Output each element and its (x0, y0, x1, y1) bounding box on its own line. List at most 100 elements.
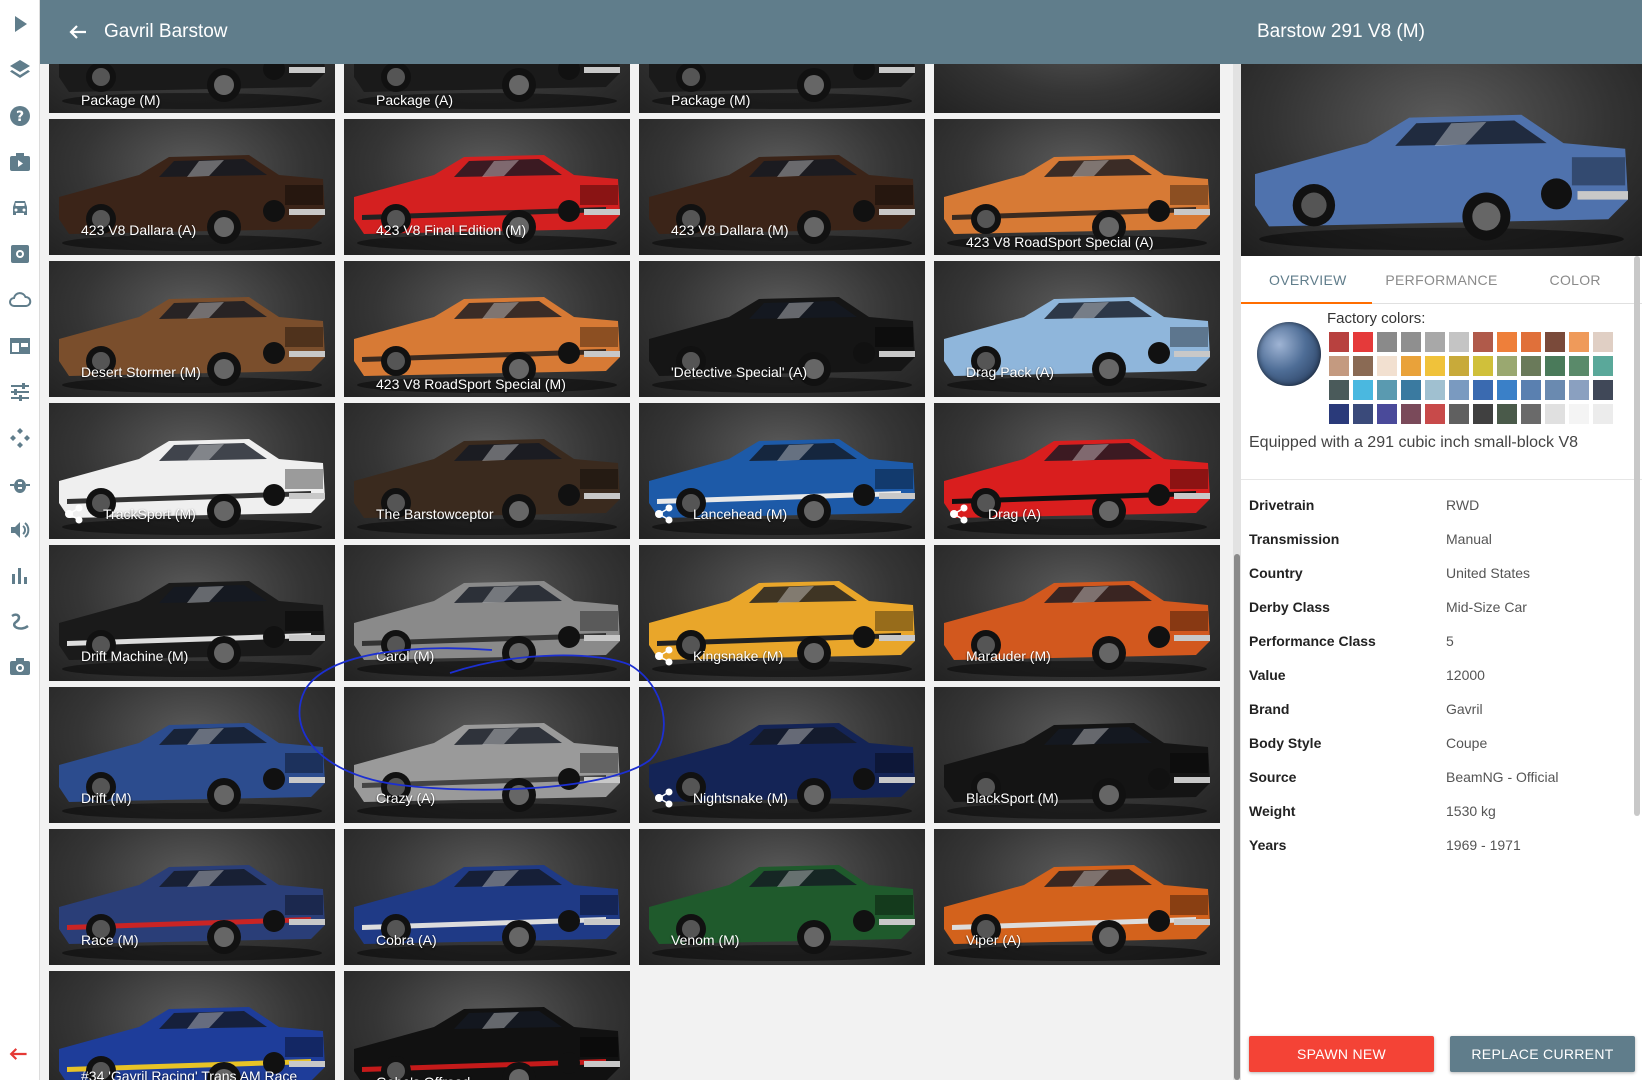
spawn-new-button[interactable]: SPAWN NEW (1249, 1036, 1434, 1072)
config-tile[interactable]: Lancehead (M) (639, 403, 925, 539)
config-tile[interactable]: Crazy (A) (344, 687, 630, 823)
color-swatch[interactable] (1401, 356, 1421, 376)
color-swatch[interactable] (1377, 356, 1397, 376)
help-icon[interactable]: ? (6, 102, 34, 130)
config-tile[interactable]: 423 V8 RoadSport Special (M) (344, 261, 630, 397)
color-swatch[interactable] (1353, 356, 1373, 376)
config-tile[interactable]: Gabe's Offroad (344, 971, 630, 1080)
color-swatch[interactable] (1473, 356, 1493, 376)
camera-icon[interactable] (6, 652, 34, 680)
color-swatch[interactable] (1353, 332, 1373, 352)
color-swatch[interactable] (1329, 404, 1349, 424)
grid-scrollbar-thumb[interactable] (1234, 554, 1240, 1080)
color-swatch[interactable] (1569, 332, 1589, 352)
config-tile[interactable]: Nightsnake (M) (639, 687, 925, 823)
tab-performance[interactable]: PERFORMANCE (1375, 256, 1509, 303)
controls-gamepad-icon[interactable] (6, 424, 34, 452)
color-swatch[interactable] (1569, 404, 1589, 424)
config-tile[interactable]: Drift Machine (M) (49, 545, 335, 681)
color-swatch[interactable] (1545, 356, 1565, 376)
color-swatch[interactable] (1425, 356, 1445, 376)
color-swatch[interactable] (1497, 356, 1517, 376)
config-tile[interactable]: 423 V8 Dallara (M) (639, 119, 925, 255)
color-swatch[interactable] (1593, 404, 1613, 424)
debug-bug-icon[interactable] (6, 470, 34, 498)
config-tile[interactable]: Package (M) (49, 64, 335, 113)
color-swatch[interactable] (1329, 380, 1349, 400)
tab-color[interactable]: COLOR (1508, 256, 1642, 303)
details-scrollbar[interactable] (1634, 256, 1640, 816)
color-swatch[interactable] (1545, 404, 1565, 424)
color-swatch[interactable] (1401, 380, 1421, 400)
config-tile[interactable]: Race (M) (49, 829, 335, 965)
color-swatch[interactable] (1521, 404, 1541, 424)
tab-overview[interactable]: OVERVIEW (1241, 256, 1375, 303)
color-swatch[interactable] (1545, 380, 1565, 400)
config-tile[interactable]: Viper (A) (934, 829, 1220, 965)
config-tile[interactable]: Cobra (A) (344, 829, 630, 965)
config-tile[interactable]: Drag Pack (A) (934, 261, 1220, 397)
color-swatch[interactable] (1329, 356, 1349, 376)
color-swatch[interactable] (1449, 332, 1469, 352)
config-tile[interactable]: 423 V8 Final Edition (M) (344, 119, 630, 255)
color-swatch[interactable] (1593, 356, 1613, 376)
config-tile[interactable]: Package (M) (639, 64, 925, 113)
color-swatch[interactable] (1401, 404, 1421, 424)
config-tile[interactable]: Carol (M) (344, 545, 630, 681)
config-tile[interactable]: 'Detective Special' (A) (639, 261, 925, 397)
config-tile[interactable]: BlackSport (M) (934, 687, 1220, 823)
color-swatch[interactable] (1545, 332, 1565, 352)
color-swatch[interactable] (1569, 380, 1589, 400)
back-arrow-icon[interactable] (66, 20, 90, 44)
config-tile[interactable]: Drag (A) (934, 403, 1220, 539)
color-swatch[interactable] (1377, 380, 1397, 400)
color-swatch[interactable] (1473, 332, 1493, 352)
weather-cloud-icon[interactable] (6, 286, 34, 314)
color-swatch[interactable] (1473, 380, 1493, 400)
grid-scrollbar[interactable] (1233, 64, 1241, 1080)
color-swatch[interactable] (1353, 404, 1373, 424)
color-swatch[interactable] (1377, 404, 1397, 424)
ui-apps-icon[interactable] (6, 332, 34, 360)
color-swatch[interactable] (1497, 404, 1517, 424)
replace-current-button[interactable]: REPLACE CURRENT (1450, 1036, 1635, 1072)
config-tile[interactable]: Desert Stormer (M) (49, 261, 335, 397)
tune-sliders-icon[interactable] (6, 378, 34, 406)
color-swatch[interactable] (1425, 332, 1445, 352)
settings-gear-icon[interactable] (6, 240, 34, 268)
config-tile[interactable]: Package (A) (344, 64, 630, 113)
color-swatch[interactable] (1521, 380, 1541, 400)
color-swatch[interactable] (1377, 332, 1397, 352)
config-tile[interactable]: 423 V8 Dallara (A) (49, 119, 335, 255)
color-swatch[interactable] (1521, 332, 1541, 352)
color-swatch[interactable] (1521, 356, 1541, 376)
color-swatch[interactable] (1593, 332, 1613, 352)
color-swatch[interactable] (1353, 380, 1373, 400)
color-swatch[interactable] (1425, 380, 1445, 400)
color-swatch[interactable] (1593, 380, 1613, 400)
config-tile[interactable]: Drift (M) (49, 687, 335, 823)
config-tile[interactable]: 423 V8 RoadSport Special (A) (934, 119, 1220, 255)
color-swatch[interactable] (1425, 404, 1445, 424)
color-swatch[interactable] (1449, 356, 1469, 376)
config-tile[interactable]: #34 'Gavril Racing' Trans AM Race Car (M… (49, 971, 335, 1080)
collapse-menu-arrow-icon[interactable] (6, 1042, 34, 1070)
config-tile[interactable]: TrackSport (M) (49, 403, 335, 539)
color-swatch[interactable] (1401, 332, 1421, 352)
stats-chart-icon[interactable] (6, 562, 34, 590)
color-swatch[interactable] (1473, 404, 1493, 424)
color-swatch[interactable] (1449, 404, 1469, 424)
config-tile[interactable]: Venom (M) (639, 829, 925, 965)
color-swatch[interactable] (1497, 380, 1517, 400)
audio-speaker-icon[interactable] (6, 516, 34, 544)
config-tile[interactable]: Marauder (M) (934, 545, 1220, 681)
layers-icon[interactable] (6, 55, 34, 83)
play-icon[interactable] (6, 10, 34, 38)
color-swatch[interactable] (1569, 356, 1589, 376)
color-swatch[interactable] (1449, 380, 1469, 400)
missions-icon[interactable] (6, 148, 34, 176)
config-tile[interactable]: Kingsnake (M) (639, 545, 925, 681)
color-swatch[interactable] (1497, 332, 1517, 352)
track-builder-icon[interactable] (6, 608, 34, 636)
color-swatch[interactable] (1329, 332, 1349, 352)
